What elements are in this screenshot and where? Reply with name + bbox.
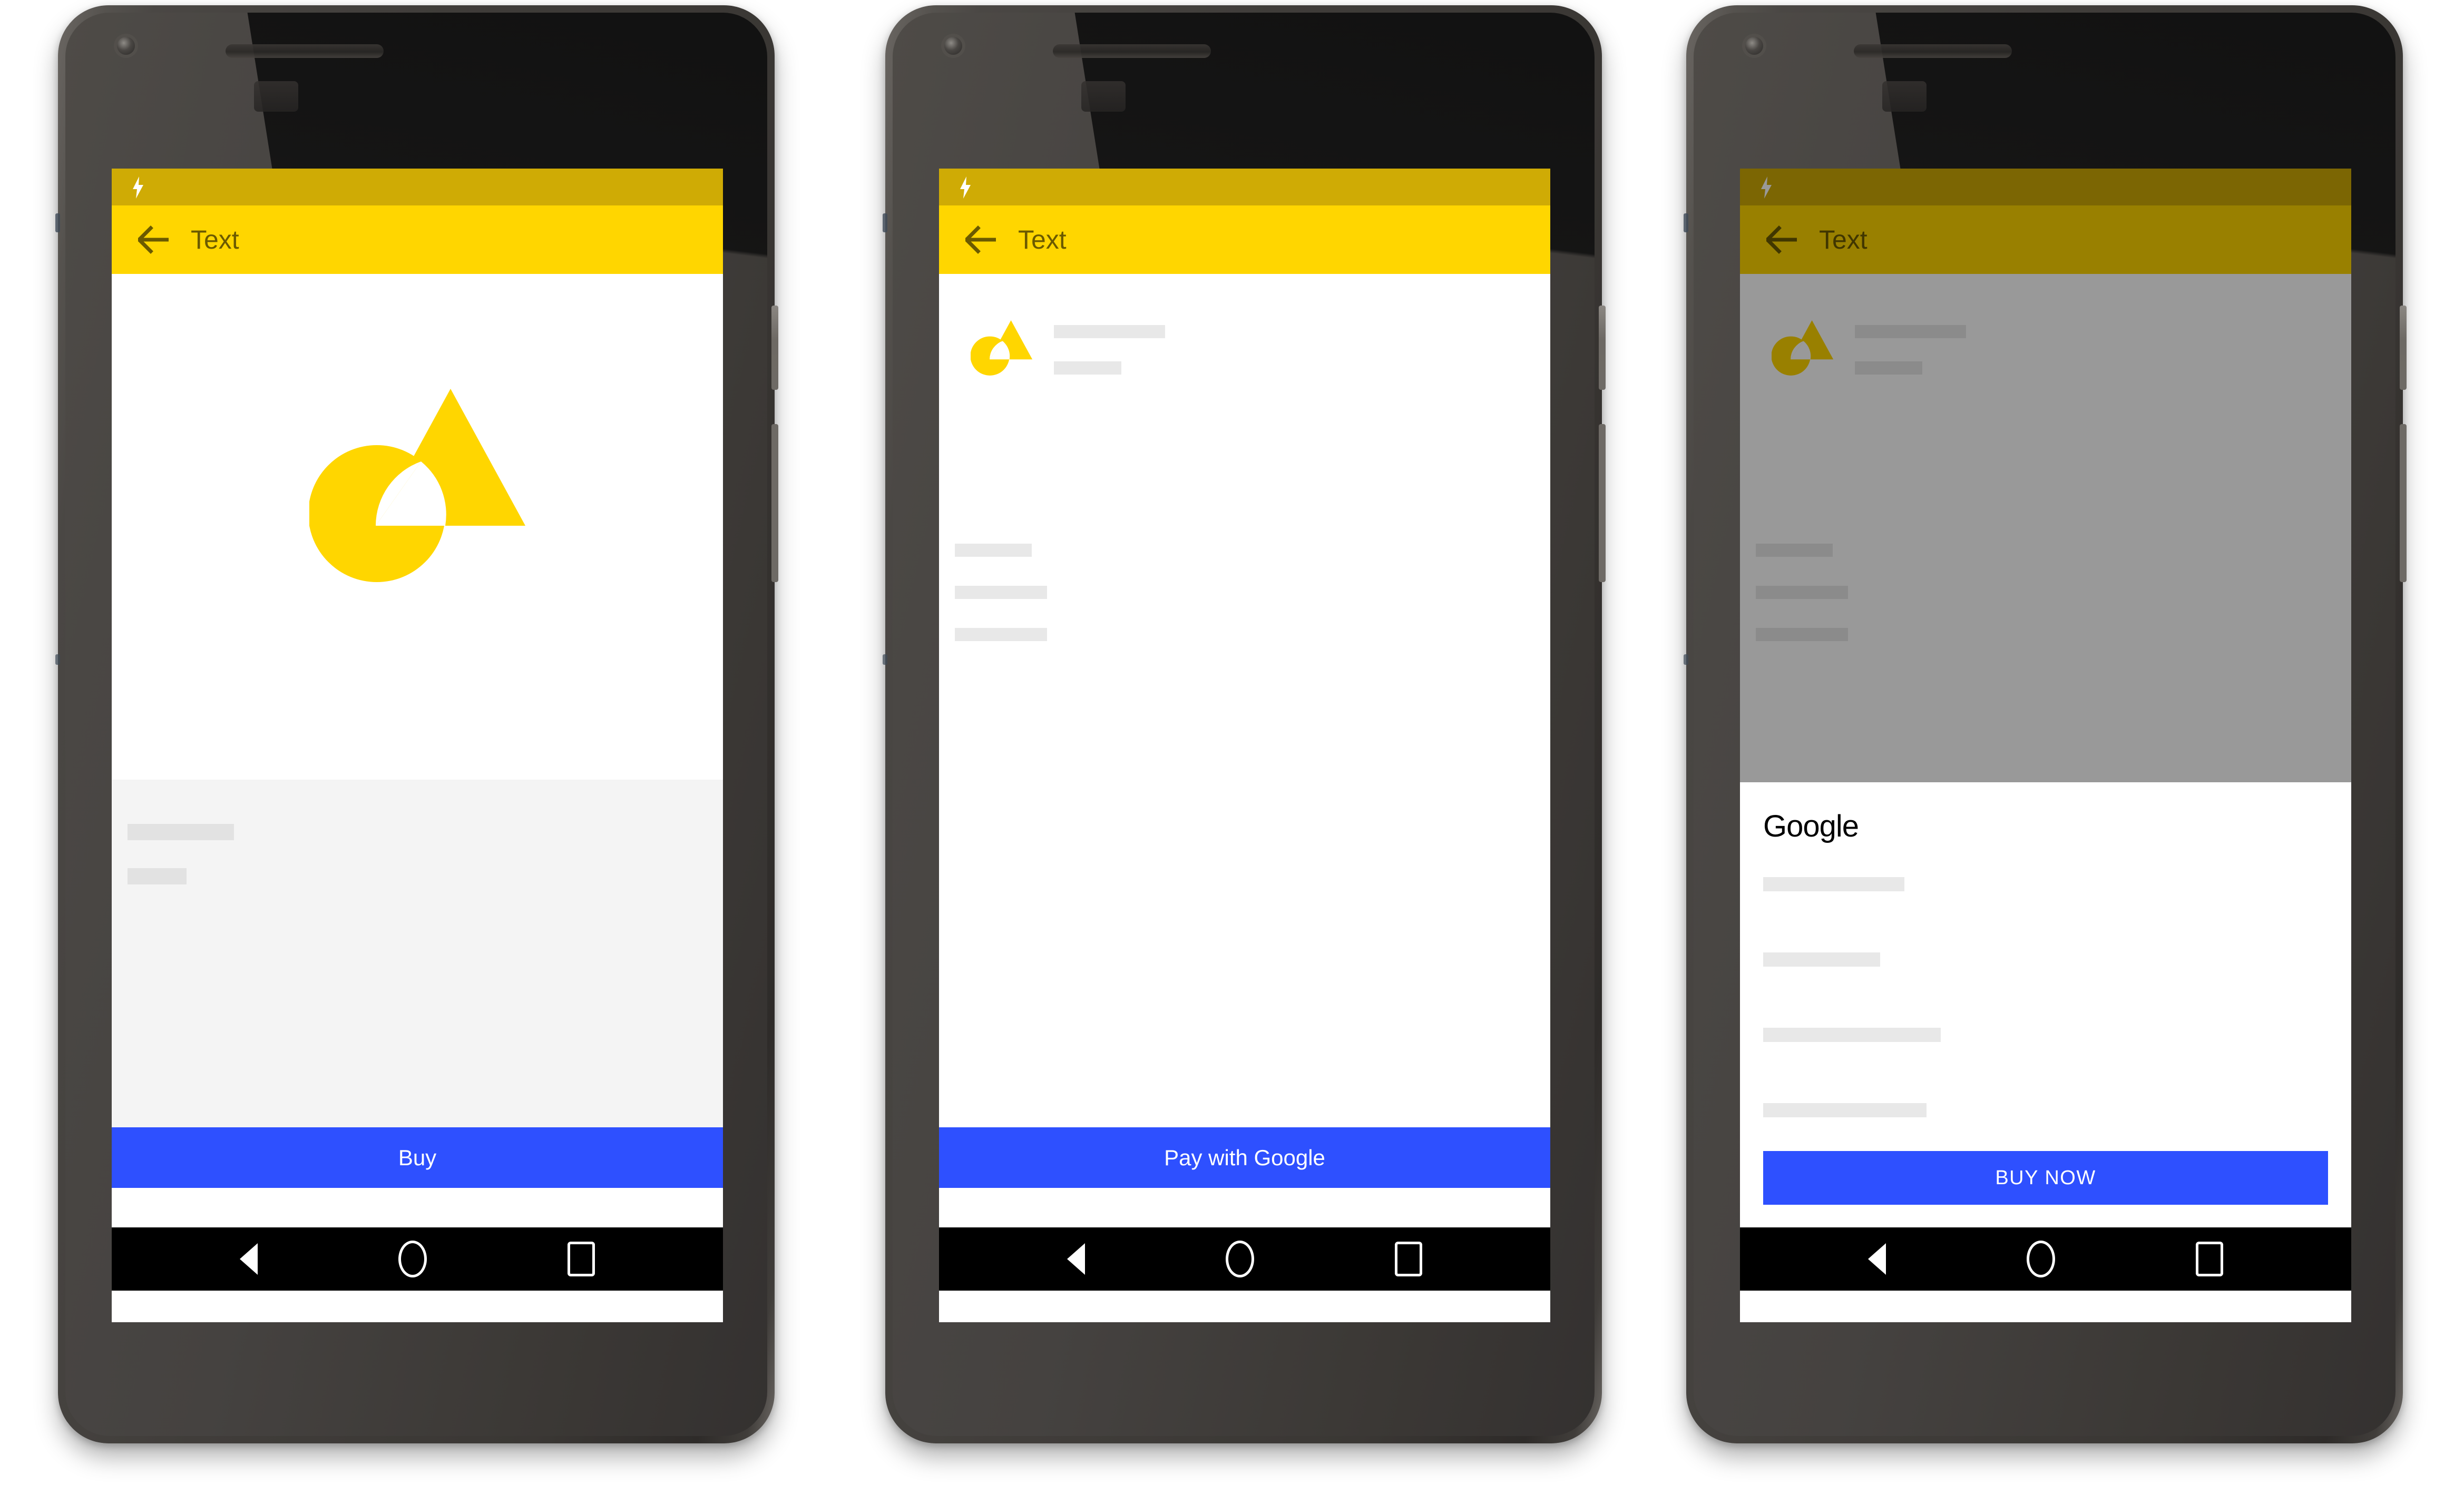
details-surface-1 [112,780,723,1127]
buy-button[interactable]: Buy [112,1127,723,1188]
sim-tray-1 [1684,213,1688,232]
line-3-placeholder [955,628,1047,641]
proximity-sensor-icon [254,81,298,112]
proximity-sensor-icon [1081,81,1126,112]
power-button[interactable] [2400,306,2407,390]
nav-recents-icon[interactable] [1394,1242,1422,1276]
back-arrow-icon[interactable] [136,225,170,254]
app-bar-3: Text [1740,205,2351,274]
buy-button-label: Buy [398,1145,437,1170]
back-arrow-icon[interactable] [964,225,997,254]
android-nav-bar-1 [112,1227,723,1291]
sim-tray-2 [55,654,60,665]
google-wordmark: Google [1763,809,1866,847]
phone-screen-2: Text Pay with Google [939,169,1550,1322]
earpiece-speaker-icon [1854,44,2012,58]
sim-tray-2 [883,654,887,665]
app-bar-scrim [1740,205,2351,274]
content-area-2: Pay with Google [939,274,1550,1291]
volume-button[interactable] [2400,424,2407,582]
nav-recents-icon[interactable] [2195,1242,2223,1276]
pay-with-google-button-label: Pay with Google [1164,1145,1325,1170]
sheet-line-3-placeholder [1763,1028,1941,1042]
google-pay-bottom-sheet: Google BUY NOW [1740,782,2351,1227]
content-area-3: Google BUY NOW [1740,274,2351,1291]
page-title: Text [1018,225,1067,254]
sim-tray-2 [1684,654,1688,665]
svg-text:Google: Google [1763,811,1859,843]
nav-home-icon[interactable] [1225,1241,1254,1277]
phone-body-2: Text Pay with Google [883,5,1606,1443]
volume-button[interactable] [1599,424,1606,582]
front-camera-icon [117,37,135,55]
front-camera-icon [944,37,962,55]
phone-screen-1: Text Buy [112,169,723,1322]
nav-home-icon[interactable] [2026,1241,2055,1277]
pay-with-google-button[interactable]: Pay with Google [939,1127,1550,1188]
status-bar-1 [112,169,723,205]
status-bar-3 [1740,169,2351,205]
subtitle-placeholder [128,868,187,884]
line-1-placeholder [955,544,1032,557]
sheet-line-4-placeholder [1763,1103,1927,1117]
content-area-1: Buy [112,274,723,1291]
line-2-placeholder [955,586,1047,599]
status-bar-scrim [1740,169,2351,205]
power-button[interactable] [771,306,778,390]
item-subtitle-placeholder [1054,361,1121,375]
title-placeholder [128,824,234,840]
power-button[interactable] [1599,306,1606,390]
hero-area-1 [112,274,723,780]
phone-body-3: Text Google BUY NOW [1684,5,2407,1443]
proximity-sensor-icon [1882,81,1927,112]
nav-back-icon[interactable] [1067,1243,1086,1275]
nav-home-icon[interactable] [398,1241,427,1277]
sim-tray-1 [883,213,887,232]
buy-now-button-label: BUY NOW [1995,1166,2096,1189]
earpiece-speaker-icon [226,44,384,58]
front-camera-icon [1745,37,1763,55]
page-title: Text [191,225,239,254]
phone-body-1: Text Buy [55,5,778,1443]
charging-bolt-icon [959,176,972,199]
phone-screen-3: Text Google BUY NOW [1740,169,2351,1322]
charging-bolt-icon [132,176,144,199]
item-title-placeholder [1054,325,1165,338]
brand-logo-circle-triangle-icon [970,316,1034,382]
earpiece-speaker-icon [1053,44,1211,58]
android-nav-bar-2 [939,1227,1550,1291]
brand-logo-circle-triangle-icon [308,374,531,598]
phone-device-2: Text Pay with Google [883,5,1606,1475]
status-bar-2 [939,169,1550,205]
nav-recents-icon[interactable] [567,1242,595,1276]
volume-button[interactable] [771,424,778,582]
app-bar-1: Text [112,205,723,274]
android-nav-bar-3 [1740,1227,2351,1291]
sim-tray-1 [55,213,60,232]
nav-back-icon[interactable] [240,1243,258,1275]
phone-device-1: Text Buy [55,5,778,1475]
sheet-line-2-placeholder [1763,952,1880,967]
buy-now-button[interactable]: BUY NOW [1763,1151,2328,1205]
phone-device-3: Text Google BUY NOW [1684,5,2407,1475]
sheet-line-1-placeholder [1763,877,1904,891]
screenshot-stage: Text Buy Text Pay with Google Text Googl… [0,0,2464,1485]
nav-back-icon[interactable] [1868,1243,1886,1275]
app-bar-2: Text [939,205,1550,274]
